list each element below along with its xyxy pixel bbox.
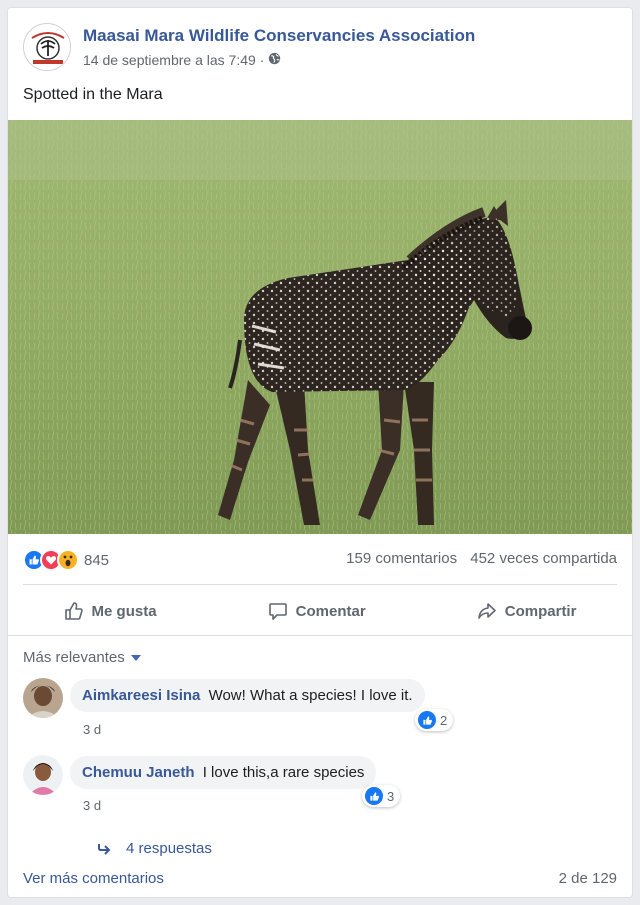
caret-down-icon	[130, 654, 141, 661]
person-photo-icon	[23, 678, 63, 718]
reactions-summary[interactable]: 845	[23, 549, 109, 571]
shares-count-link[interactable]: 452 veces compartida	[470, 550, 617, 567]
comments-divider	[8, 635, 632, 636]
post-card: Maasai Mara Wildlife Conservancies Assoc…	[7, 7, 633, 898]
commenter-avatar[interactable]	[23, 678, 63, 718]
comment-author-link[interactable]: Chemuu Janeth	[82, 764, 195, 781]
comments-pager: 2 de 129	[558, 870, 617, 887]
zebra-photo	[8, 120, 632, 534]
comment-timestamp[interactable]: 3 d	[83, 798, 101, 813]
comment-reaction-badge[interactable]: 3	[362, 785, 401, 807]
comment-bubble: Aimkareesi Isina Wow! What a species! I …	[70, 679, 425, 712]
view-more-comments-link[interactable]: Ver más comentarios	[23, 870, 164, 887]
comment-bubble: Chemuu Janeth I love this,a rare species	[70, 756, 377, 789]
share-arrow-icon	[477, 603, 496, 619]
like-icon	[418, 711, 436, 729]
share-button[interactable]: Compartir	[457, 595, 597, 627]
person-photo-icon	[23, 755, 63, 795]
reply-arrow-icon	[98, 843, 111, 855]
conservancy-logo-icon	[25, 25, 70, 70]
like-icon	[365, 787, 383, 805]
engagement-counts: 159 comentarios 452 veces compartida	[346, 550, 617, 567]
divider	[23, 584, 617, 585]
sort-label: Más relevantes	[23, 649, 125, 666]
comment-button-label: Comentar	[295, 602, 366, 620]
comment-like-count: 3	[387, 788, 395, 804]
reaction-count: 845	[84, 551, 110, 569]
comment-text: Wow! What a species! I love it.	[208, 687, 413, 704]
meta-separator: ·	[259, 52, 265, 68]
share-button-label: Compartir	[504, 602, 577, 620]
like-button[interactable]: Me gusta	[44, 595, 177, 627]
comment-text: I love this,a rare species	[202, 764, 365, 781]
comment-reaction-badge[interactable]: 2	[415, 709, 454, 731]
comment-like-count: 2	[440, 712, 448, 728]
globe-icon[interactable]	[268, 52, 281, 68]
post-photo[interactable]	[8, 120, 632, 534]
comment-timestamp[interactable]: 3 d	[83, 722, 101, 737]
comment-sort-dropdown[interactable]: Más relevantes	[23, 649, 141, 666]
comment-author-link[interactable]: Aimkareesi Isina	[82, 687, 200, 704]
comment-icon	[268, 603, 287, 620]
comment-button[interactable]: Comentar	[248, 595, 386, 627]
post-meta: 14 de septiembre a las 7:49 ·	[83, 52, 281, 68]
view-replies-link[interactable]: 4 respuestas	[98, 840, 212, 857]
post-text: Spotted in the Mara	[23, 86, 163, 103]
comments-count-link[interactable]: 159 comentarios	[346, 550, 457, 567]
like-button-label: Me gusta	[91, 602, 157, 620]
page-avatar[interactable]	[23, 23, 71, 71]
wow-icon	[57, 549, 79, 571]
action-bar: Me gusta Comentar Compartir	[8, 591, 632, 631]
page-name-link[interactable]: Maasai Mara Wildlife Conservancies Assoc…	[83, 26, 475, 46]
commenter-avatar[interactable]	[23, 755, 63, 795]
post-timestamp[interactable]: 14 de septiembre a las 7:49	[83, 52, 256, 68]
thumbs-up-icon	[64, 602, 83, 620]
replies-label: 4 respuestas	[126, 840, 212, 857]
